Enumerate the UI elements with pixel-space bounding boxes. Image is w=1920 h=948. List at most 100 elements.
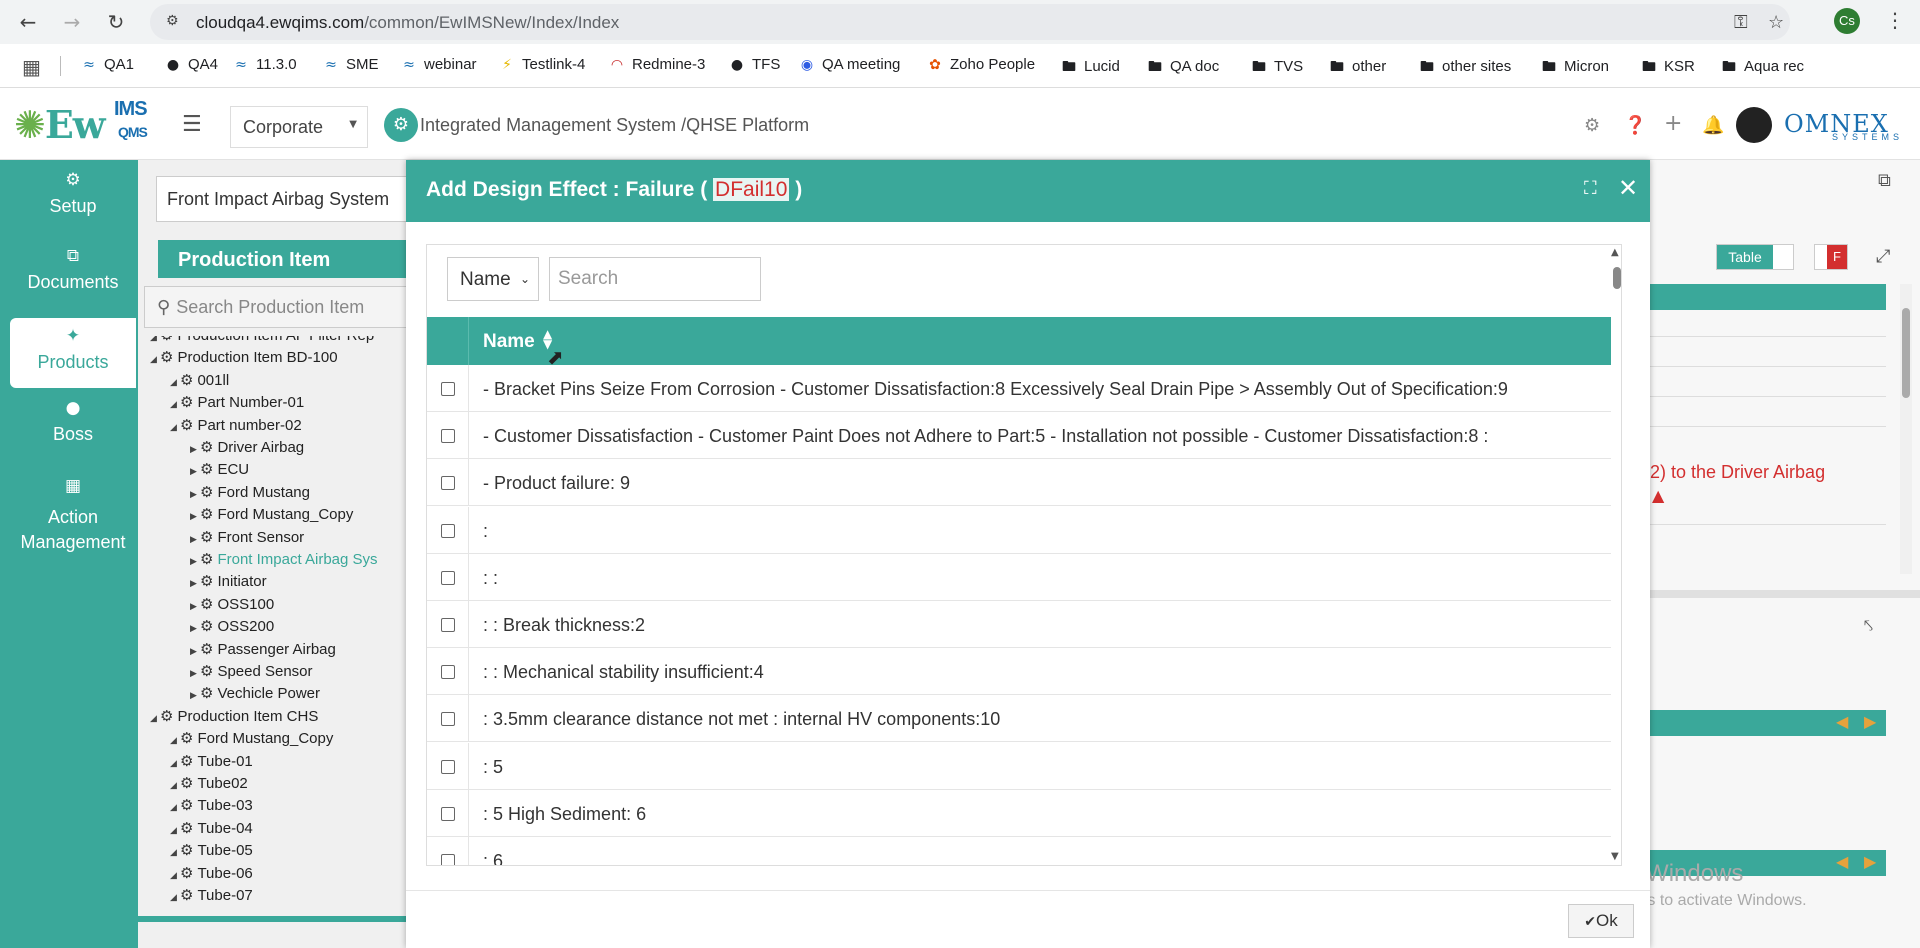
key-icon[interactable]: ⚿ (1734, 12, 1748, 33)
row-checkbox[interactable] (441, 618, 455, 632)
scroll-down-icon[interactable]: ▼ (1611, 851, 1619, 862)
collapse-arrow-icon[interactable]: ◢ (170, 423, 180, 433)
row-checkbox[interactable] (441, 476, 455, 491)
bookmark-item[interactable]: 🖿 other sites (1418, 56, 1511, 80)
row-checkbox[interactable] (441, 523, 455, 538)
tree-node[interactable]: ◢ ⚙ Tube-03 (170, 796, 253, 816)
browser-menu-icon[interactable]: ⋮ (1885, 8, 1905, 32)
hierarchy-icon[interactable]: ▲ (1652, 486, 1664, 505)
forward-icon[interactable]: → (58, 8, 86, 36)
grid-row[interactable]: : (427, 506, 1611, 554)
ok-button[interactable]: ✔Ok (1568, 904, 1634, 938)
bookmark-item[interactable]: 🖿 Aqua rec (1720, 56, 1804, 80)
address-bar[interactable]: ⚙ cloudqa4.ewqims.com/common/EwIMSNew/In… (150, 4, 1790, 40)
tree-node[interactable]: ◢ ⚙ Tube-06 (170, 864, 253, 884)
bookmark-item[interactable]: 🖿 TVS (1250, 56, 1303, 80)
grid-row[interactable]: : : Mechanical stability insufficient:4 (427, 648, 1611, 696)
apps-grid-icon[interactable]: ▦ (22, 55, 41, 79)
site-info-icon[interactable]: ⚙ (166, 13, 184, 31)
search-input[interactable] (549, 257, 761, 301)
prev-icon[interactable]: ◀ (1836, 852, 1848, 871)
prev-icon[interactable]: ◀ (1836, 712, 1848, 731)
bookmark-item[interactable]: ≈ SME (322, 56, 378, 73)
back-icon[interactable]: ← (14, 8, 42, 36)
tree-node[interactable]: ▶ ⚙ Driver Airbag (190, 438, 304, 458)
ewqims-logo[interactable]: ✺Ew IMS QMS (14, 98, 148, 147)
profile-avatar[interactable]: Cs (1834, 8, 1860, 34)
bookmark-item[interactable]: ≈ QA1 (80, 56, 134, 73)
nav-action-management[interactable]: ▦ Action Management (10, 474, 136, 554)
scroll-thumb[interactable] (1902, 308, 1910, 398)
bookmark-item[interactable]: 🖿 Lucid (1060, 56, 1120, 80)
tree-node[interactable]: ▶ ⚙ Front Impact Airbag Sys (190, 550, 378, 570)
settings-gear-icon[interactable]: ⚙ (1584, 115, 1600, 136)
collapse-arrow-icon[interactable]: ◢ (150, 336, 160, 343)
grid-row[interactable]: - Customer Dissatisfaction - Customer Pa… (427, 412, 1611, 460)
plus-icon[interactable]: + (1664, 111, 1682, 136)
collapse-icon[interactable]: ⤣ (1864, 616, 1873, 636)
bookmark-item[interactable]: 🖿 KSR (1640, 56, 1695, 80)
collapse-arrow-icon[interactable]: ◢ (170, 848, 180, 858)
bookmark-item[interactable]: ● QA4 (164, 56, 218, 73)
bookmark-item[interactable]: ✿ Zoho People (926, 56, 1035, 73)
row-checkbox[interactable] (441, 665, 455, 680)
expand-arrow-icon[interactable]: ▶ (190, 467, 200, 477)
url-text[interactable]: cloudqa4.ewqims.com/common/EwIMSNew/Inde… (196, 13, 619, 33)
tree-node[interactable]: ◢ ⚙ Ford Mustang_Copy (170, 729, 333, 749)
collapse-arrow-icon[interactable]: ◢ (170, 826, 180, 836)
grid-row[interactable]: : 6 (427, 837, 1611, 865)
tree-node[interactable]: ◢ ⚙ Tube-05 (170, 841, 253, 861)
scroll-up-icon[interactable]: ▲ (1611, 247, 1619, 258)
maximize-icon[interactable]: ⛶ (1584, 178, 1597, 199)
grid-row[interactable]: : 5 (427, 742, 1611, 790)
row-checkbox[interactable] (441, 429, 455, 444)
tree-node[interactable]: ▶ ⚙ Passenger Airbag (190, 640, 336, 660)
bookmark-item[interactable]: ● TFS (728, 56, 780, 73)
tree-node[interactable]: ▶ ⚙ Initiator (190, 572, 267, 592)
star-icon[interactable]: ☆ (1768, 12, 1784, 33)
tree-node[interactable]: ◢ ⚙ Part Number-01 (170, 393, 304, 413)
item-name-field[interactable]: Front Impact Airbag System (156, 176, 416, 222)
tree-node[interactable]: ◢ ⚙ Tube-07 (170, 886, 253, 906)
next-icon[interactable]: ▶ (1864, 712, 1876, 731)
tree-node[interactable]: ◢⚙ Production Item AF Filter Rep (150, 336, 374, 346)
row-checkbox[interactable] (441, 382, 455, 396)
tree-node[interactable]: ▶ ⚙ OSS200 (190, 617, 274, 637)
expand-icon[interactable]: ⤢ (1876, 246, 1890, 267)
expand-arrow-icon[interactable]: ▶ (190, 579, 200, 589)
tree-node[interactable]: ◢ ⚙ Production Item BD-100 (150, 348, 338, 368)
table-toggle[interactable]: Table (1716, 244, 1794, 270)
row-checkbox[interactable] (441, 570, 455, 585)
tree-node[interactable]: ◢ ⚙ Tube-01 (170, 752, 253, 772)
collapse-arrow-icon[interactable]: ◢ (150, 714, 160, 724)
tree-node[interactable]: ▶ ⚙ ECU (190, 460, 249, 480)
column-header-name[interactable]: Name (483, 331, 535, 353)
grid-row[interactable]: - Bracket Pins Seize From Corrosion - Cu… (427, 365, 1611, 412)
grid-row[interactable]: - Product failure: 9 (427, 459, 1611, 507)
row-checkbox[interactable] (441, 806, 455, 821)
grid-row[interactable]: : 5 High Sediment: 6 (427, 789, 1611, 837)
tree-node[interactable]: ▶ ⚙ Ford Mustang_Copy (190, 505, 353, 525)
bookmark-item[interactable]: ◠ Redmine-3 (608, 56, 705, 73)
row-checkbox[interactable] (441, 854, 455, 865)
tree-node[interactable]: ▶ ⚙ Vechicle Power (190, 684, 320, 704)
expand-arrow-icon[interactable]: ▶ (190, 512, 200, 522)
filter-field-select[interactable]: Name ⌄ (447, 257, 539, 301)
collapse-arrow-icon[interactable]: ◢ (170, 781, 180, 791)
tree-node[interactable]: ◢ ⚙ 001ll (170, 371, 229, 391)
menu-toggle-icon[interactable]: ☰ (182, 112, 202, 137)
search-production-item[interactable]: ⚲ Search Production Item (144, 286, 414, 328)
collapse-arrow-icon[interactable]: ◢ (170, 736, 180, 746)
collapse-arrow-icon[interactable]: ◢ (150, 355, 160, 365)
restore-window-icon[interactable]: ⧉ (1878, 170, 1891, 191)
tree-node[interactable]: ▶ ⚙ Speed Sensor (190, 662, 313, 682)
close-icon[interactable]: ✕ (1618, 174, 1638, 202)
grid-row[interactable]: : : (427, 553, 1611, 601)
user-avatar[interactable] (1736, 107, 1772, 143)
nav-boss[interactable]: ● Boss (10, 398, 136, 458)
nav-setup[interactable]: ⚙ Setup (10, 170, 136, 230)
expand-arrow-icon[interactable]: ▶ (190, 445, 200, 455)
grid-row[interactable]: : : Break thickness:2 (427, 601, 1611, 648)
bell-icon[interactable]: 🔔 (1702, 115, 1724, 136)
bookmark-item[interactable]: ≈ webinar (400, 56, 476, 73)
